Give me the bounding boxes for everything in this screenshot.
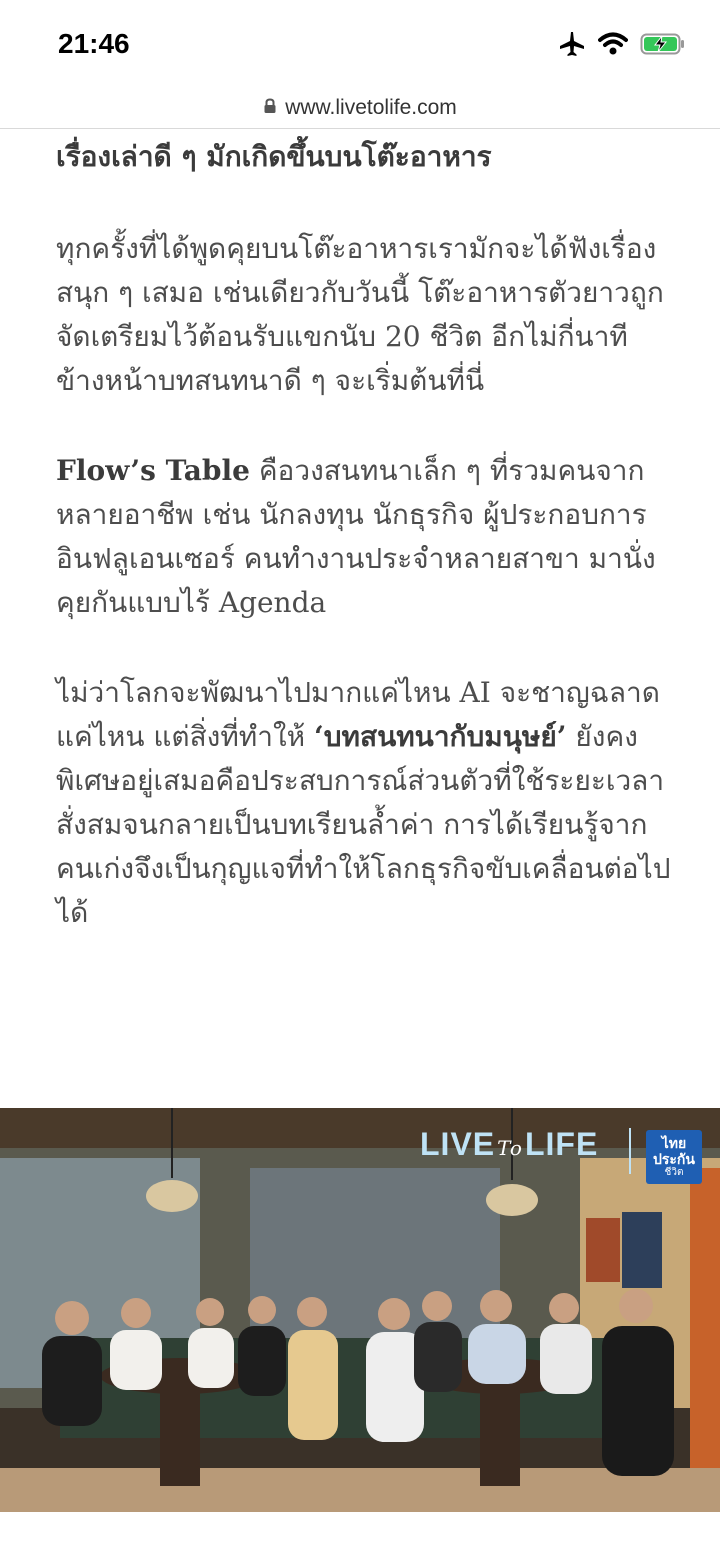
livetolife-logo: LIVE ToLIFE	[420, 1126, 598, 1163]
paragraph-1: ทุกครั้งที่ได้พูดคุยบนโต๊ะอาหารเรามักจะไ…	[56, 232, 664, 397]
status-bar: 21:46	[0, 0, 720, 90]
article-body: เรื่องเล่าดี ๆ มักเกิดขึ้นบนโต๊ะอาหาร ทุ…	[56, 135, 676, 981]
battery-charging-icon	[640, 32, 686, 56]
badge-line-2: ประกัน	[653, 1151, 695, 1167]
status-time: 21:46	[58, 28, 130, 59]
toolbar-divider	[0, 128, 720, 129]
paragraph-3-bold: ‘บทสนทนากับมนุษย์’	[314, 720, 567, 753]
paragraph-2-bold: Flow’s Table	[56, 454, 250, 487]
url-text: www.livetolife.com	[285, 96, 457, 119]
paragraph-3: ไม่ว่าโลกจะพัฒนาไปมากแค่ไหน AI จะชาญฉลาด…	[56, 671, 676, 935]
thai-life-insurance-logo: ไทย ประกัน ชีวิต	[646, 1130, 702, 1184]
paragraph-2: Flow’s Table คือวงสนทนาเล็ก ๆ ที่รวมคนจา…	[56, 449, 676, 625]
wifi-icon	[598, 32, 628, 56]
badge-line-3: ชีวิต	[664, 1167, 684, 1178]
logo-live: LIVE	[420, 1126, 496, 1162]
logo-life: LIFE	[524, 1126, 599, 1162]
status-icons	[558, 30, 686, 58]
badge-line-1: ไทย	[661, 1135, 687, 1151]
article-photo: LIVE ToLIFE ไทย ประกัน ชีวิต	[0, 1108, 720, 1512]
group-photo-illustration	[0, 1108, 720, 1512]
section-heading: เรื่องเล่าดี ๆ มักเกิดขึ้นบนโต๊ะอาหาร	[56, 140, 492, 173]
address-bar[interactable]: www.livetolife.com	[0, 88, 720, 128]
logo-separator	[629, 1128, 631, 1174]
logo-to: To	[497, 1136, 523, 1160]
lock-icon	[263, 96, 277, 120]
airplane-mode-icon	[558, 30, 586, 58]
